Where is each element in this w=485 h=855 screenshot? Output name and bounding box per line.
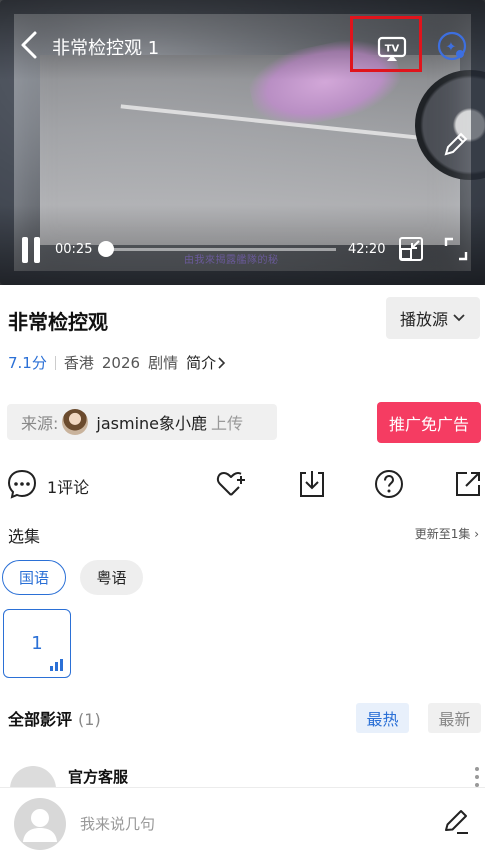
uploader-label: 来源:: [21, 414, 59, 433]
uploader-info[interactable]: 来源: jasmine象小鹿 上传: [7, 404, 277, 440]
total-time: 42:20: [348, 242, 386, 257]
speed-icon[interactable]: ✦: [436, 30, 468, 62]
favorite-add-icon[interactable]: [215, 468, 247, 500]
uploader-avatar: [62, 409, 89, 435]
comment-composer: 我来说几句: [0, 787, 485, 855]
more-options-icon[interactable]: [474, 767, 480, 787]
fullscreen-icon[interactable]: [443, 236, 469, 262]
chevron-right-icon: [218, 356, 226, 369]
download-icon[interactable]: [296, 468, 328, 500]
year: 2026: [101, 353, 141, 372]
tv-cast-icon[interactable]: TV: [377, 36, 407, 62]
promote-no-ads-button[interactable]: 推广免广告: [377, 402, 481, 443]
episodes-update-text: 更新至1集: [414, 527, 471, 541]
current-time: 00:25: [55, 242, 93, 257]
episode-number: 1: [31, 633, 43, 654]
reviews-title: 全部影评: [8, 710, 73, 729]
chevron-down-icon: [453, 314, 465, 322]
share-icon[interactable]: [452, 468, 484, 500]
tv-cast-highlight: TV: [350, 16, 422, 72]
edit-icon[interactable]: [440, 130, 470, 160]
user-avatar[interactable]: [14, 798, 66, 850]
comment-icon[interactable]: [6, 468, 38, 500]
source-select-label: 播放源: [399, 310, 448, 329]
back-icon[interactable]: [18, 30, 42, 60]
reviews-count: (1): [78, 710, 101, 729]
pip-icon[interactable]: [398, 236, 424, 262]
show-title: 非常检控观: [8, 310, 108, 334]
show-meta: 7.1分 香港 2026 剧情 简介: [8, 352, 226, 373]
sort-hot-button[interactable]: 最热: [356, 703, 409, 733]
pause-icon[interactable]: [20, 237, 42, 263]
now-playing-icon: [50, 659, 64, 671]
svg-text:✦: ✦: [446, 40, 457, 55]
language-tab-cantonese[interactable]: 粤语: [80, 560, 143, 595]
meta-divider: [54, 355, 56, 370]
intro-link[interactable]: 简介: [186, 352, 226, 373]
episode-item[interactable]: 1: [3, 609, 71, 678]
language-tab-mandarin[interactable]: 国语: [2, 560, 66, 595]
pen-icon[interactable]: [442, 808, 470, 836]
sort-new-button[interactable]: 最新: [428, 703, 481, 733]
reviews-heading: 全部影评 (1): [8, 706, 101, 730]
genre: 剧情: [148, 354, 179, 372]
rating: 7.1分: [8, 354, 47, 372]
subtitle-text: 由我來揭露艦隊的秘: [184, 255, 279, 266]
intro-label: 简介: [186, 354, 217, 372]
episodes-update-link[interactable]: 更新至1集 ›: [415, 525, 479, 542]
region: 香港: [63, 354, 94, 372]
source-select-button[interactable]: 播放源: [386, 297, 480, 339]
comment-input[interactable]: 我来说几句: [80, 813, 155, 834]
uploader-suffix: 上传: [211, 414, 244, 433]
action-bar: 1评论: [0, 462, 485, 506]
review-author[interactable]: 官方客服: [68, 766, 128, 787]
comment-count[interactable]: 1评论: [47, 474, 89, 498]
chevron-right-icon: ›: [474, 527, 479, 541]
user-placeholder-icon: [23, 809, 57, 842]
video-player[interactable]: 非常检控观 1 TV ✦ 00:25 由我來揭露艦隊的秘 42:20: [0, 0, 485, 285]
svg-text:TV: TV: [385, 44, 400, 55]
uploader-name: jasmine象小鹿: [96, 414, 208, 433]
episodes-label: 选集: [8, 527, 41, 546]
video-title: 非常检控观 1: [52, 38, 160, 59]
help-icon[interactable]: [373, 468, 405, 500]
